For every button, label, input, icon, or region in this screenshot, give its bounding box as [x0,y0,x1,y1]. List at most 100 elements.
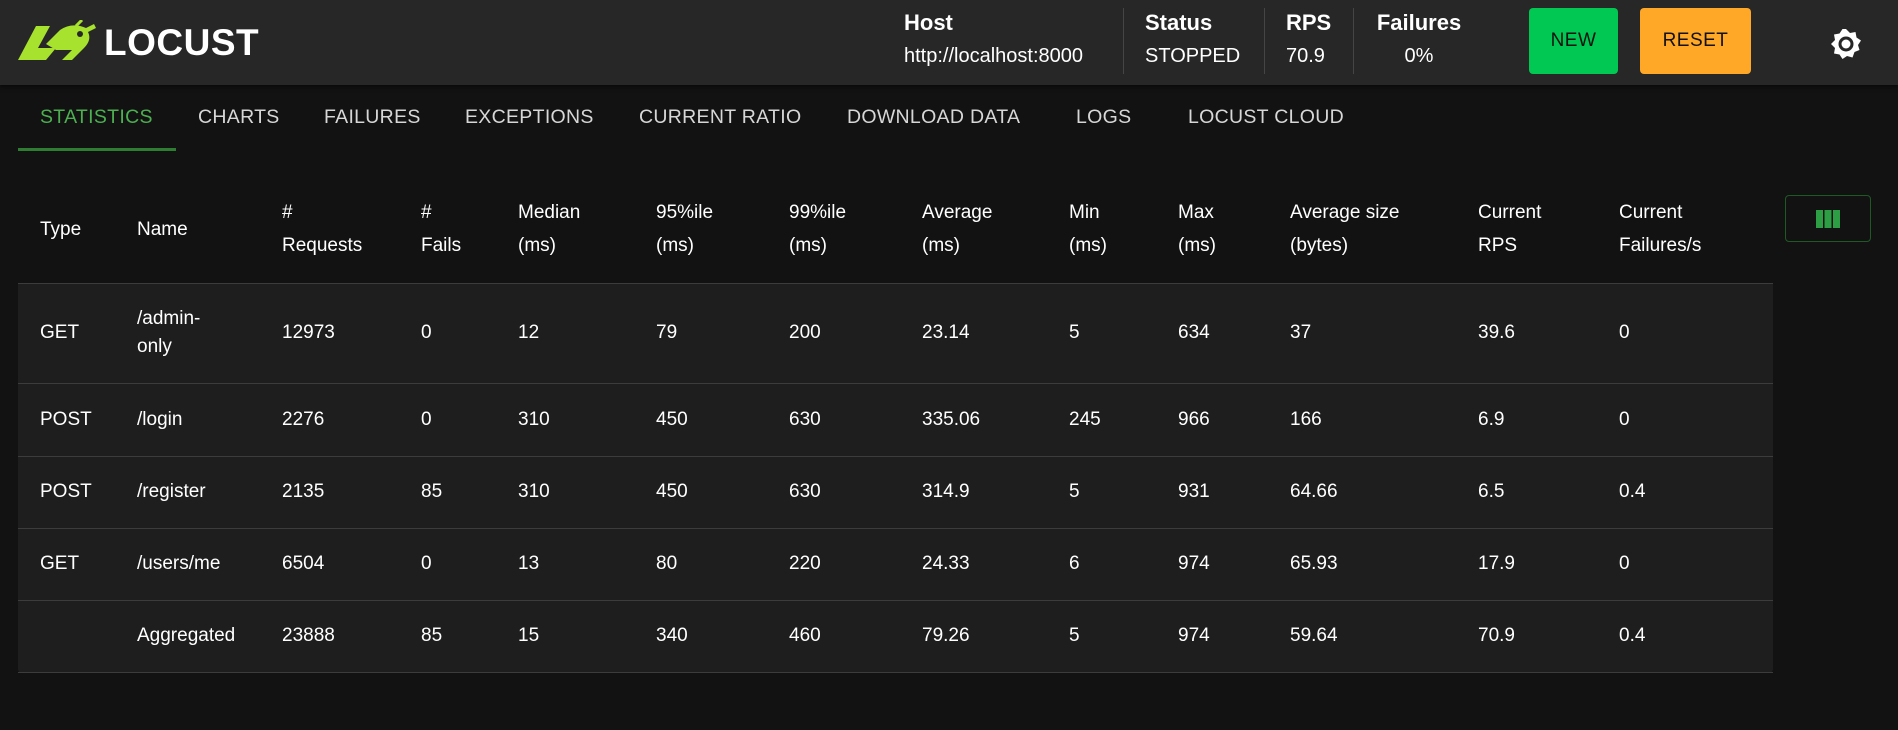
cell-current-failures: 0 [1619,553,1630,574]
cell-type: GET [40,553,80,574]
column-header-99ile[interactable]: 99%ile (ms) [789,196,846,262]
column-header-current-failures[interactable]: Current Failures/s [1619,196,1701,262]
cell-median: 13 [518,553,540,574]
cell-requests: 12973 [282,322,335,343]
cell-p99: 630 [789,481,821,502]
view-columns-icon [1816,209,1840,228]
cell-name: /users/me [137,553,221,574]
cell-name: Aggregated [137,625,236,646]
status-label: Status [1145,10,1213,35]
cell-p95: 79 [656,322,678,343]
column-header-fails[interactable]: # Fails [421,196,461,262]
cell-requests: 6504 [282,553,325,574]
column-selector-button[interactable] [1785,195,1871,242]
cell-p95: 450 [656,481,688,502]
divider [1353,8,1354,74]
host-label: Host [904,10,953,35]
divider [1123,8,1124,74]
column-header-requests[interactable]: # Requests [282,196,362,262]
cell-current-rps: 17.9 [1478,553,1515,574]
cell-avg-size: 65.93 [1290,553,1338,574]
header-line: 95%ile [656,202,714,223]
status-value: STOPPED [1145,45,1241,67]
cell-current-rps: 6.9 [1478,408,1505,430]
cell-p99: 630 [789,408,821,430]
cell-fails: 85 [421,481,443,502]
table-row: POST/register 2135 85 310 450 630 314.9 5 931 64.… [18,456,1773,529]
host-value: http://localhost:8000 [904,45,1084,67]
cell-current-rps: 39.6 [1478,322,1515,343]
header-line: RPS [1478,235,1518,256]
cell-max: 966 [1178,408,1210,430]
tab-statistics[interactable]: STATISTICS [40,95,153,151]
cell-fails: 0 [421,408,432,430]
cell-current-rps: 6.5 [1478,481,1505,502]
reset-stats-button[interactable]: RESET [1640,8,1751,74]
header-line: Max [1178,202,1214,223]
column-header-average-size[interactable]: Average size (bytes) [1290,196,1400,262]
status-stat: Status STOPPED [1145,10,1240,68]
header-line: 99%ile [789,202,847,223]
cell-avg-size: 64.66 [1290,481,1338,502]
tab-current-ratio[interactable]: CURRENT RATIO [639,95,801,151]
cell-fails: 85 [421,625,443,646]
column-header-95ile[interactable]: 95%ile (ms) [656,196,713,262]
header-line: Current [1619,202,1683,223]
header-line: Failures/s [1619,235,1702,256]
column-header-max[interactable]: Max (ms) [1178,196,1216,262]
cell-avg-size: 166 [1290,408,1322,430]
tab-download-data[interactable]: DOWNLOAD DATA [847,95,1020,151]
header-line: Average size [1290,202,1400,223]
cell-fails: 0 [421,553,432,574]
column-header-type[interactable]: Type [40,213,81,246]
header-line: Requests [282,235,363,256]
cell-average: 24.33 [922,553,970,574]
new-test-button[interactable]: NEW [1529,8,1618,74]
header-line: (ms) [1178,235,1216,256]
tab-locust-cloud[interactable]: LOCUST CLOUD [1188,95,1344,151]
tab-exceptions[interactable]: EXCEPTIONS [465,95,594,151]
cell-name: /admin-only [137,308,201,357]
app-name: LOCUST [104,22,260,63]
header-line: Min [1069,202,1100,223]
cell-current-failures: 0 [1619,408,1630,430]
cell-p99: 460 [789,625,821,646]
header-line: Median [518,202,581,223]
cell-avg-size: 59.64 [1290,625,1338,646]
rps-value: 70.9 [1286,45,1325,67]
cell-p99: 220 [789,553,821,574]
column-header-name[interactable]: Name [137,213,188,246]
header-line: (ms) [656,235,694,256]
cell-type: POST [40,481,92,502]
cell-current-rps: 70.9 [1478,625,1515,646]
header-line: Average [922,202,993,223]
statistics-table: Type Name # Requests # Fails Median (ms)… [18,176,1773,673]
failures-stat: Failures 0% [1376,10,1462,68]
column-header-current-rps[interactable]: Current RPS [1478,196,1541,262]
failures-value: 0% [1404,45,1434,67]
tab-failures[interactable]: FAILURES [324,95,421,151]
table-row: GET/admin-only 12973 0 12 79 200 23.14 5 634 37 39… [18,283,1773,384]
aggregated-row: Aggregated 23888 85 15 340 460 79.26 5 974 59.64 7… [18,600,1773,673]
cell-average: 314.9 [922,481,970,502]
cell-p95: 340 [656,625,688,646]
tab-charts[interactable]: CHARTS [198,95,280,151]
column-header-average[interactable]: Average (ms) [922,196,992,262]
column-header-min[interactable]: Min (ms) [1069,196,1107,262]
column-header-median[interactable]: Median (ms) [518,196,580,262]
cell-max: 634 [1178,322,1210,343]
top-bar: LOCUST Host http://localhost:8000 Status… [0,0,1898,85]
active-tab-indicator [18,148,176,151]
tab-logs[interactable]: LOGS [1076,95,1131,151]
cell-average: 79.26 [922,625,970,646]
cell-requests: 23888 [282,625,335,646]
cell-name: /login [137,408,183,430]
cell-median: 15 [518,625,540,646]
cell-min: 5 [1069,625,1080,646]
header-line: (ms) [518,235,556,256]
grasshopper-icon [18,20,96,60]
header-line: (bytes) [1290,235,1349,256]
theme-toggle-button[interactable] [1826,24,1866,64]
sun-icon [1831,29,1861,59]
cell-name: /register [137,481,206,502]
